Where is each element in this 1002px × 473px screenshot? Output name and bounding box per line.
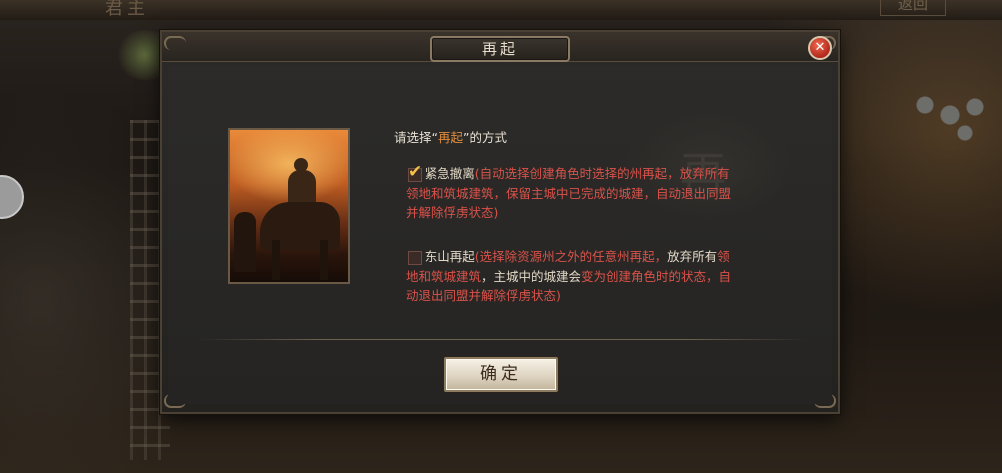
prompt-prefix: 请选择“: [394, 130, 438, 145]
option-description: ): [493, 205, 499, 220]
option-comeback[interactable]: 东山再起(选择除资源州之外的任意州再起，放弃所有领地和筑城建筑，主城中的城建会变…: [406, 247, 736, 306]
horse-leg: [272, 240, 280, 280]
option-description: (自动选择创建角色时选择的州再起，放弃所有: [474, 166, 730, 181]
close-icon[interactable]: ✕: [808, 36, 832, 60]
option-description: ，主城中的城建会: [481, 268, 582, 284]
option-description: 领地和筑城建筑: [406, 185, 494, 201]
confirm-button[interactable]: 确定: [444, 357, 558, 392]
rebirth-dialog: 再 再起 ✕ 请选择“再起”的方式 ✔ 紧急撤离(自动选择创建角色时选择的州再起…: [160, 30, 840, 414]
prompt-suffix: ”的方式: [463, 130, 507, 145]
option-description: ，保留主城中已完成的城建，: [493, 185, 657, 201]
background-title: 君主: [105, 0, 149, 19]
corner-ornament: [164, 36, 186, 50]
option-name: 紧急撤离: [424, 166, 475, 181]
choose-method-prompt: 请选择“再起”的方式: [394, 127, 507, 146]
option-description: (选择除资源州之外的任意州再起，: [474, 249, 668, 264]
top-bar: [0, 0, 1002, 20]
rebirth-illustration: [228, 128, 350, 284]
walking-figure: [234, 212, 256, 272]
option-description: 放弃所有: [667, 249, 718, 264]
horse-leg: [320, 240, 328, 280]
coins-decoration: [905, 85, 995, 145]
back-button[interactable]: 返回: [880, 0, 946, 16]
option-name: 东山再起: [424, 249, 475, 264]
option-emergency-evacuation[interactable]: 紧急撤离(自动选择创建角色时选择的州再起，放弃所有领地和筑城建筑，保留主城中已完…: [406, 164, 736, 223]
divider: [198, 339, 808, 340]
prompt-highlight: 再起: [437, 130, 463, 145]
dialog-title: 再起: [430, 36, 570, 62]
